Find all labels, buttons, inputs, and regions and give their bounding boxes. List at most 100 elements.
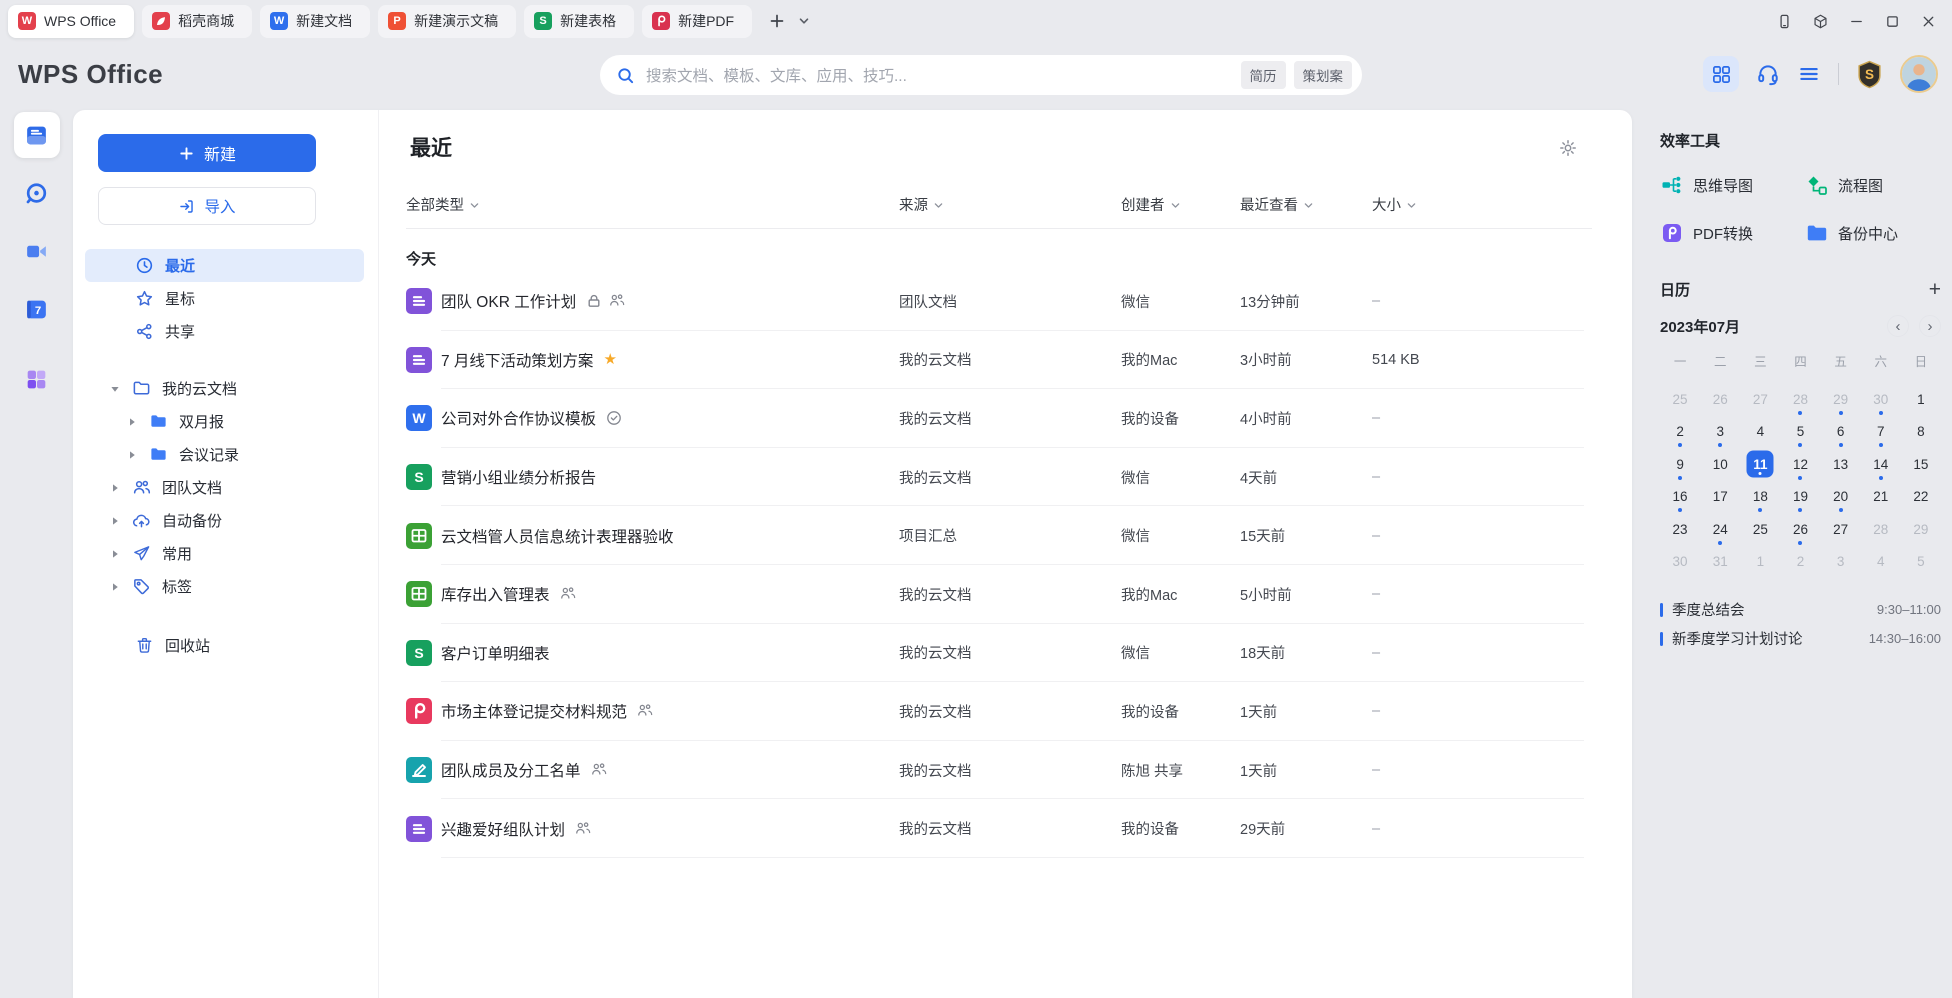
maximize-button[interactable]: [1874, 0, 1910, 42]
rail-item-calendar-7-icon[interactable]: 7: [0, 280, 73, 338]
calendar-day[interactable]: 27: [1740, 383, 1780, 416]
calendar-day[interactable]: 2: [1660, 416, 1700, 449]
calendar-day[interactable]: 15: [1901, 448, 1941, 481]
tool-PDF转换[interactable]: PDF转换: [1660, 221, 1805, 245]
filter-最近查看[interactable]: 最近查看: [1240, 194, 1314, 215]
calendar-day[interactable]: 31: [1700, 546, 1740, 579]
sidebar-item-星标[interactable]: 星标: [85, 282, 364, 315]
rail-item-chat-icon[interactable]: [0, 164, 73, 222]
tab-spreadsheet[interactable]: S新建表格: [524, 5, 634, 38]
new-document-button[interactable]: 新建: [98, 134, 316, 172]
calendar-day[interactable]: 16: [1660, 481, 1700, 514]
calendar-day[interactable]: 17: [1700, 481, 1740, 514]
sidebar-item-共享[interactable]: 共享: [85, 315, 364, 348]
rail-item-apps-purple-icon[interactable]: [0, 350, 73, 408]
calendar-day[interactable]: 6: [1821, 416, 1861, 449]
calendar-day[interactable]: 12: [1780, 448, 1820, 481]
workspace-box-button[interactable]: [1802, 0, 1838, 42]
calendar-day[interactable]: 18: [1740, 481, 1780, 514]
file-row[interactable]: 团队成员及分工名单我的云文档陈旭 共享1天前–: [406, 741, 1592, 800]
calendar-event[interactable]: 新季度学习计划讨论14:30–16:00: [1660, 624, 1941, 653]
menu-icon[interactable]: [1797, 62, 1821, 86]
file-row[interactable]: 市场主体登记提交材料规范我的云文档我的设备1天前–: [406, 682, 1592, 741]
sidebar-item-最近[interactable]: 最近: [85, 249, 364, 282]
calendar-day[interactable]: 19: [1780, 481, 1820, 514]
calendar-day[interactable]: 1: [1740, 546, 1780, 579]
import-button[interactable]: 导入: [98, 187, 316, 225]
calendar-day[interactable]: 30: [1660, 546, 1700, 579]
new-tab-button[interactable]: [768, 12, 786, 30]
sidebar-item-常用[interactable]: 常用: [85, 537, 364, 570]
tab-presentation[interactable]: P新建演示文稿: [378, 5, 516, 38]
calendar-day[interactable]: 3: [1821, 546, 1861, 579]
tab-list-dropdown-icon[interactable]: [798, 15, 810, 27]
sidebar-item-双月报[interactable]: 双月报: [85, 405, 364, 438]
calendar-day[interactable]: 22: [1901, 481, 1941, 514]
file-row[interactable]: 云文档管人员信息统计表理器验收项目汇总微信15天前–: [406, 506, 1592, 565]
sidebar-item-自动备份[interactable]: 自动备份: [85, 504, 364, 537]
tool-流程图[interactable]: 流程图: [1805, 173, 1941, 197]
tool-备份中心[interactable]: 备份中心: [1805, 221, 1941, 245]
calendar-day[interactable]: 14: [1861, 448, 1901, 481]
calendar-day[interactable]: 9: [1660, 448, 1700, 481]
calendar-day[interactable]: 5: [1780, 416, 1820, 449]
calendar-day[interactable]: 28: [1861, 513, 1901, 546]
calendar-day[interactable]: 29: [1901, 513, 1941, 546]
sidebar-item-回收站[interactable]: 回收站: [85, 629, 364, 662]
calendar-day[interactable]: 29: [1821, 383, 1861, 416]
calendar-event[interactable]: 季度总结会9:30–11:00: [1660, 595, 1941, 624]
apps-grid-button[interactable]: [1703, 56, 1739, 92]
calendar-day[interactable]: 8: [1901, 416, 1941, 449]
file-row[interactable]: 库存出入管理表我的云文档我的Mac5小时前–: [406, 565, 1592, 624]
calendar-day[interactable]: 5: [1901, 546, 1941, 579]
calendar-day[interactable]: 2: [1780, 546, 1820, 579]
search-input[interactable]: 搜索文档、模板、文库、应用、技巧... 简历策划案: [600, 55, 1362, 95]
calendar-day[interactable]: 26: [1780, 513, 1820, 546]
sidebar-item-我的云文档[interactable]: 我的云文档: [85, 372, 364, 405]
user-avatar[interactable]: [1900, 55, 1938, 93]
file-row[interactable]: 兴趣爱好组队计划我的云文档我的设备29天前–: [406, 799, 1592, 858]
settings-gear-icon[interactable]: [1558, 138, 1578, 158]
calendar-day[interactable]: 4: [1740, 416, 1780, 449]
search-tag[interactable]: 简历: [1241, 61, 1286, 89]
sidebar-item-会议记录[interactable]: 会议记录: [85, 438, 364, 471]
calendar-day[interactable]: 10: [1700, 448, 1740, 481]
file-row[interactable]: 7 月线下活动策划方案★我的云文档我的Mac3小时前514 KB: [406, 331, 1592, 390]
sidebar-item-团队文档[interactable]: 团队文档: [85, 471, 364, 504]
calendar-day[interactable]: 30: [1861, 383, 1901, 416]
sidebar-item-标签[interactable]: 标签: [85, 570, 364, 603]
file-row[interactable]: W公司对外合作协议模板我的云文档我的设备4小时前–: [406, 389, 1592, 448]
calendar-day[interactable]: 13: [1821, 448, 1861, 481]
file-row[interactable]: 团队 OKR 工作计划团队文档微信13分钟前–: [406, 272, 1592, 331]
calendar-day[interactable]: 21: [1861, 481, 1901, 514]
calendar-day[interactable]: 20: [1821, 481, 1861, 514]
tab-wps[interactable]: WWPS Office: [8, 5, 134, 38]
tab-pdf[interactable]: 新建PDF: [642, 5, 752, 38]
calendar-day[interactable]: 25: [1740, 513, 1780, 546]
file-row[interactable]: S营销小组业绩分析报告我的云文档微信4天前–: [406, 448, 1592, 507]
file-row[interactable]: S客户订单明细表我的云文档微信18天前–: [406, 624, 1592, 683]
calendar-day[interactable]: 3: [1700, 416, 1740, 449]
calendar-day[interactable]: 28: [1780, 383, 1820, 416]
calendar-day[interactable]: 1: [1901, 383, 1941, 416]
calendar-day[interactable]: 23: [1660, 513, 1700, 546]
tab-docer[interactable]: 稻壳商城: [142, 5, 252, 38]
filter-来源[interactable]: 来源: [899, 194, 944, 215]
calendar-next-icon[interactable]: ›: [1919, 315, 1941, 337]
send-to-phone-button[interactable]: [1766, 0, 1802, 42]
rail-item-video-meeting-icon[interactable]: [0, 222, 73, 280]
rail-item-documents-icon[interactable]: [0, 106, 73, 164]
support-headset-icon[interactable]: [1756, 62, 1780, 86]
minimize-button[interactable]: [1838, 0, 1874, 42]
calendar-day[interactable]: 25: [1660, 383, 1700, 416]
calendar-day[interactable]: 24: [1700, 513, 1740, 546]
calendar-prev-icon[interactable]: ‹: [1887, 315, 1909, 337]
member-badge-icon[interactable]: S: [1856, 60, 1883, 89]
calendar-day[interactable]: 4: [1861, 546, 1901, 579]
calendar-day[interactable]: 11: [1740, 448, 1780, 481]
calendar-day[interactable]: 27: [1821, 513, 1861, 546]
filter-创建者[interactable]: 创建者: [1121, 194, 1181, 215]
calendar-day[interactable]: 7: [1861, 416, 1901, 449]
calendar-day[interactable]: 26: [1700, 383, 1740, 416]
filter-大小[interactable]: 大小: [1372, 194, 1417, 215]
